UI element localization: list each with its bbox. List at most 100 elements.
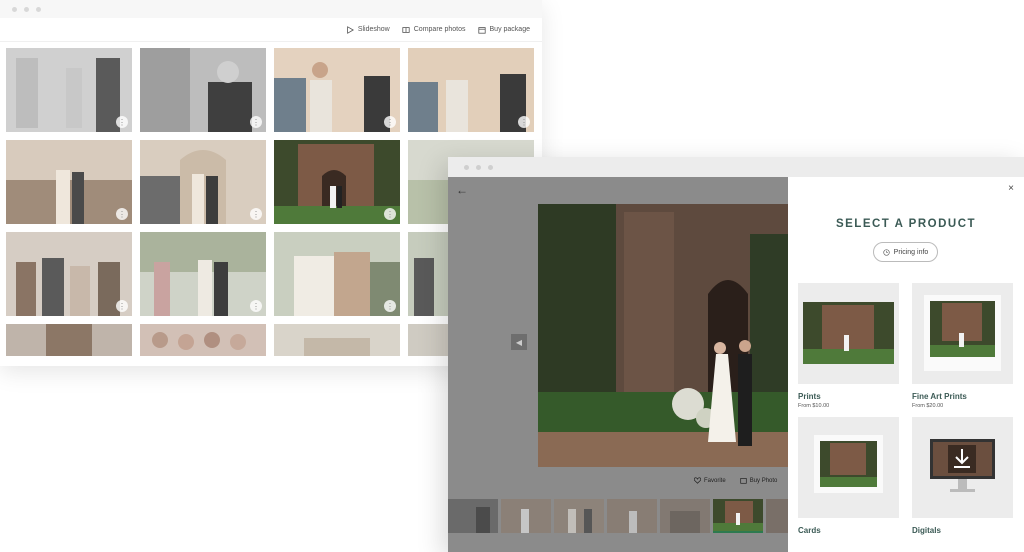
- window-dot: [476, 164, 481, 170]
- favorite-button[interactable]: Favorite: [694, 477, 726, 484]
- gallery-photo[interactable]: ⋮: [274, 232, 400, 316]
- buy-photo-button[interactable]: Buy Photo: [740, 477, 778, 484]
- more-options-icon[interactable]: ⋮: [250, 208, 262, 220]
- photo-image: [6, 140, 132, 224]
- viewer-titlebar: [448, 157, 1024, 177]
- photo-image: [274, 324, 400, 356]
- photo-image: [140, 48, 266, 132]
- gallery-photo[interactable]: ⋮: [274, 48, 400, 132]
- filmstrip-thumb[interactable]: [554, 499, 604, 533]
- photo-image: [140, 324, 266, 356]
- gallery-photo[interactable]: ⋮: [140, 48, 266, 132]
- gallery-photo[interactable]: ⋮: [6, 48, 132, 132]
- product-panel: × SELECT A PRODUCT Pricing info Prints F…: [788, 177, 1024, 552]
- window-dot: [24, 6, 29, 12]
- photo-image: [408, 48, 534, 132]
- more-options-icon[interactable]: ⋮: [384, 208, 396, 220]
- thumb-image: [501, 499, 551, 533]
- window-dot: [36, 6, 41, 12]
- filmstrip-thumb[interactable]: [660, 499, 710, 533]
- product-name: Prints: [798, 392, 821, 401]
- pricing-info-button[interactable]: Pricing info: [873, 242, 938, 262]
- photo-image: [6, 48, 132, 132]
- gallery-toolbar: Slideshow Compare photos Buy package: [0, 18, 542, 42]
- close-icon[interactable]: ×: [1008, 183, 1014, 194]
- compare-icon: [402, 26, 410, 33]
- photo-actions: Favorite Buy Photo: [694, 477, 777, 484]
- gallery-photo-selected[interactable]: ⋮: [274, 140, 400, 224]
- gallery-photo[interactable]: ⋮: [6, 140, 132, 224]
- more-options-icon[interactable]: ⋮: [250, 300, 262, 312]
- gallery-photo[interactable]: ⋮: [140, 140, 266, 224]
- product-image: [912, 283, 1013, 384]
- more-options-icon[interactable]: ⋮: [116, 300, 128, 312]
- thumb-image: [607, 499, 657, 533]
- clock-icon: [883, 248, 890, 256]
- buy-package-button[interactable]: Buy package: [477, 26, 530, 34]
- slideshow-button[interactable]: Slideshow: [346, 25, 390, 34]
- product-fine-art-prints[interactable]: Fine Art Prints From $20.00: [912, 283, 1013, 409]
- photo-viewer-window: ← ◀ Favorite Buy Photo × SELECT A PRODUC…: [448, 157, 1024, 552]
- product-name: Fine Art Prints: [912, 392, 967, 401]
- more-options-icon[interactable]: ⋮: [384, 300, 396, 312]
- window-dot: [488, 164, 493, 170]
- package-icon: [477, 26, 486, 34]
- thumb-image: [713, 499, 763, 531]
- photo-image: [6, 232, 132, 316]
- gallery-photo[interactable]: ⋮: [6, 232, 132, 316]
- favorite-label: Favorite: [704, 477, 726, 484]
- gallery-photo[interactable]: [274, 324, 400, 356]
- fine-art-preview: [912, 283, 1013, 384]
- buy-photo-label: Buy Photo: [749, 477, 778, 484]
- main-photo: [538, 204, 788, 467]
- photo-image: [274, 48, 400, 132]
- heart-icon: [694, 477, 701, 484]
- filmstrip-thumb[interactable]: [607, 499, 657, 533]
- panel-title: SELECT A PRODUCT: [835, 218, 977, 230]
- main-photo-image: [538, 204, 788, 467]
- slideshow-label: Slideshow: [357, 26, 390, 33]
- photo-image: [140, 140, 266, 224]
- photo-image: [274, 232, 400, 316]
- cards-preview: [798, 417, 899, 518]
- photo-image: [140, 232, 266, 316]
- product-cards[interactable]: Cards: [798, 417, 899, 537]
- product-image: [798, 417, 899, 518]
- product-digitals[interactable]: Digitals: [912, 417, 1013, 537]
- photo-viewer: ← ◀ Favorite Buy Photo: [448, 177, 816, 552]
- gallery-photo[interactable]: [6, 324, 132, 356]
- thumb-image: [554, 499, 604, 533]
- thumb-image: [660, 499, 710, 533]
- gallery-photo[interactable]: ⋮: [140, 232, 266, 316]
- photo-image: [274, 140, 400, 224]
- gallery-photo[interactable]: [140, 324, 266, 356]
- back-arrow-icon[interactable]: ←: [456, 183, 468, 197]
- more-options-icon[interactable]: ⋮: [116, 116, 128, 128]
- photo-image: [6, 324, 132, 356]
- window-dot: [464, 164, 469, 170]
- filmstrip-thumb-active[interactable]: [713, 499, 763, 533]
- gallery-titlebar: [0, 0, 542, 18]
- compare-photos-button[interactable]: Compare photos: [402, 26, 466, 34]
- cart-icon: [740, 478, 747, 484]
- gallery-photo[interactable]: ⋮: [408, 48, 534, 132]
- filmstrip-thumb[interactable]: [448, 499, 498, 533]
- buy-package-label: Buy package: [489, 26, 530, 33]
- compare-photos-label: Compare photos: [413, 26, 466, 33]
- previous-photo-button[interactable]: ◀: [511, 334, 527, 350]
- filmstrip-thumb[interactable]: [501, 499, 551, 533]
- more-options-icon[interactable]: ⋮: [518, 116, 530, 128]
- prints-preview: [798, 283, 899, 384]
- more-options-icon[interactable]: ⋮: [116, 208, 128, 220]
- digitals-preview: [912, 417, 1013, 518]
- product-name: Cards: [798, 526, 821, 535]
- product-price: From $10.00: [798, 403, 830, 409]
- product-price: From $20.00: [912, 403, 944, 409]
- play-icon: [347, 25, 354, 34]
- product-prints[interactable]: Prints From $10.00: [798, 283, 899, 409]
- thumb-image: [448, 499, 498, 533]
- more-options-icon[interactable]: ⋮: [250, 116, 262, 128]
- more-options-icon[interactable]: ⋮: [384, 116, 396, 128]
- pricing-info-label: Pricing info: [893, 248, 929, 256]
- filmstrip: [448, 499, 816, 535]
